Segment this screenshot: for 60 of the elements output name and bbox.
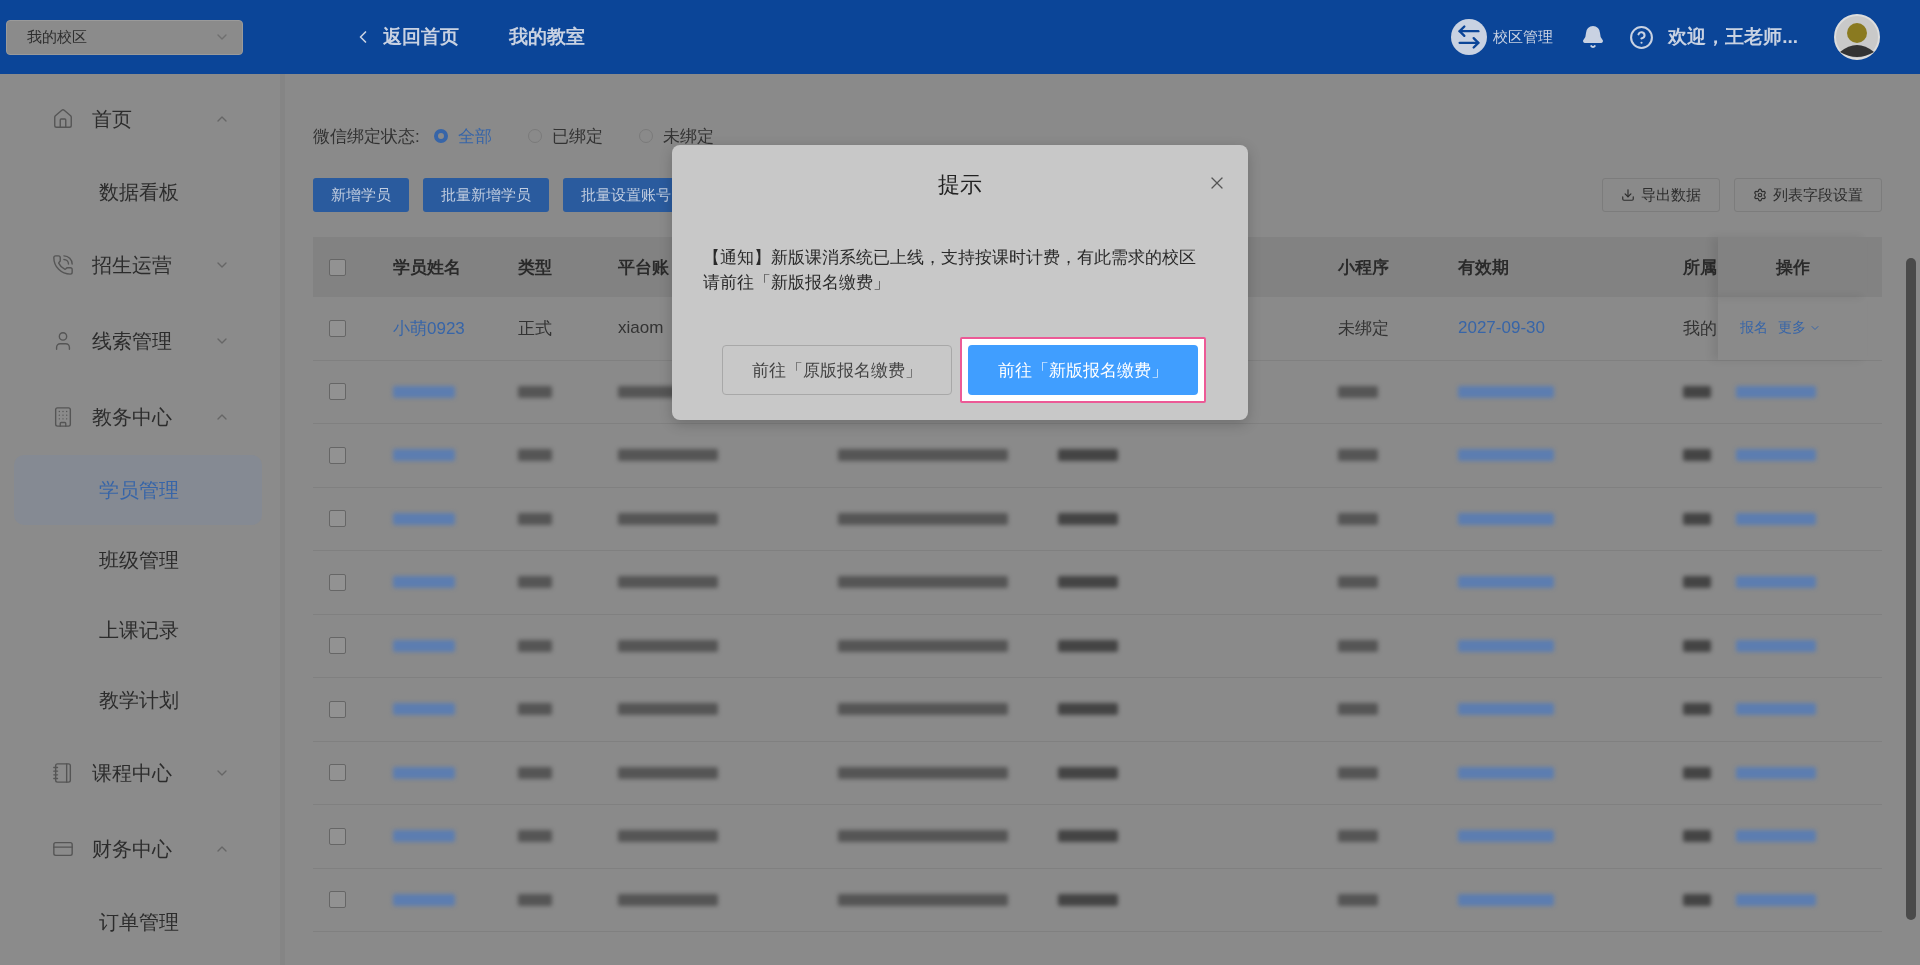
notebook-icon <box>52 762 74 784</box>
gear-icon <box>1753 188 1767 202</box>
dialog-message: 【通知】新版课消系统已上线，支持按课时计费，有此需求的校区请前往「新版报名缴费」 <box>703 247 1197 294</box>
bell-icon[interactable] <box>1581 25 1606 49</box>
nav-link[interactable]: 返回首页 <box>353 24 459 50</box>
sidebar-group[interactable]: 首页 <box>0 81 280 157</box>
sidebar-group[interactable]: 线索管理 <box>0 303 280 379</box>
sidebar-group[interactable]: 教务中心 <box>0 379 280 455</box>
column-header: 学员姓名 <box>393 257 461 277</box>
column-header: 操作 <box>1775 256 1810 279</box>
select-all-checkbox[interactable] <box>329 258 346 276</box>
dialog-button[interactable]: 前往「原版报名缴费」 <box>722 345 952 395</box>
sidebar-item[interactable]: 数据看板 <box>14 157 262 227</box>
sidebar-group[interactable]: 招生运营 <box>0 227 280 303</box>
row-checkbox[interactable] <box>329 573 346 591</box>
filter-label: 微信绑定状态: <box>313 125 420 148</box>
sidebar-item[interactable]: 班级管理 <box>14 525 262 595</box>
swap-icon[interactable] <box>1451 19 1488 55</box>
toolbar-button[interactable]: 新增学员 <box>313 178 409 212</box>
campus-select[interactable]: 我的校区 <box>6 19 243 55</box>
row-checkbox[interactable] <box>329 319 346 337</box>
nav-link[interactable]: 我的教室 <box>509 24 585 50</box>
toolbar-button[interactable]: 导出数据 <box>1602 178 1720 212</box>
row-checkbox[interactable] <box>329 446 346 464</box>
row-checkbox[interactable] <box>329 510 346 528</box>
table-cell: 我的 <box>1683 318 1717 338</box>
toolbar-button[interactable]: 列表字段设置 <box>1734 178 1882 212</box>
avatar[interactable] <box>1834 14 1880 60</box>
row-checkbox[interactable] <box>329 764 346 782</box>
row-checkbox[interactable] <box>329 637 346 655</box>
sidebar-group[interactable]: 课程中心 <box>0 735 280 811</box>
toolbar-button[interactable]: 批量新增学员 <box>423 178 549 212</box>
scrollbar[interactable] <box>1906 258 1916 920</box>
column-header: 类型 <box>518 257 552 277</box>
table-cell: 未绑定 <box>1338 318 1389 338</box>
column-header: 所属 <box>1683 257 1717 277</box>
building-icon <box>52 406 74 428</box>
table-cell: 正式 <box>518 318 552 338</box>
sidebar-item[interactable]: 订单管理 <box>14 887 262 957</box>
sidebar-item[interactable]: 上课记录 <box>14 595 262 665</box>
home-icon <box>52 108 74 130</box>
dialog-title: 提示 <box>938 171 982 199</box>
welcome-text: 欢迎，王老师... <box>1668 25 1798 49</box>
phone-icon <box>52 254 74 276</box>
help-icon[interactable] <box>1629 24 1655 50</box>
radio-option[interactable]: 未绑定 <box>638 124 714 148</box>
row-checkbox[interactable] <box>329 827 346 845</box>
dialog-button[interactable]: 前往「新版报名缴费」 <box>968 345 1198 395</box>
download-icon <box>1621 188 1635 202</box>
column-header: 平台账 <box>618 257 669 277</box>
sidebar-item[interactable]: 教学计划 <box>14 665 262 735</box>
column-header: 有效期 <box>1458 257 1509 277</box>
row-checkbox[interactable] <box>329 891 346 909</box>
table-cell: xiaom <box>618 318 664 338</box>
row-checkbox[interactable] <box>329 700 346 718</box>
campus-manage-link[interactable]: 校区管理 <box>1493 27 1554 47</box>
row-checkbox[interactable] <box>329 383 346 401</box>
sidebar-group[interactable]: 财务中心 <box>0 811 280 887</box>
radio-option[interactable]: 已绑定 <box>527 124 603 148</box>
column-header: 小程序 <box>1338 257 1389 277</box>
